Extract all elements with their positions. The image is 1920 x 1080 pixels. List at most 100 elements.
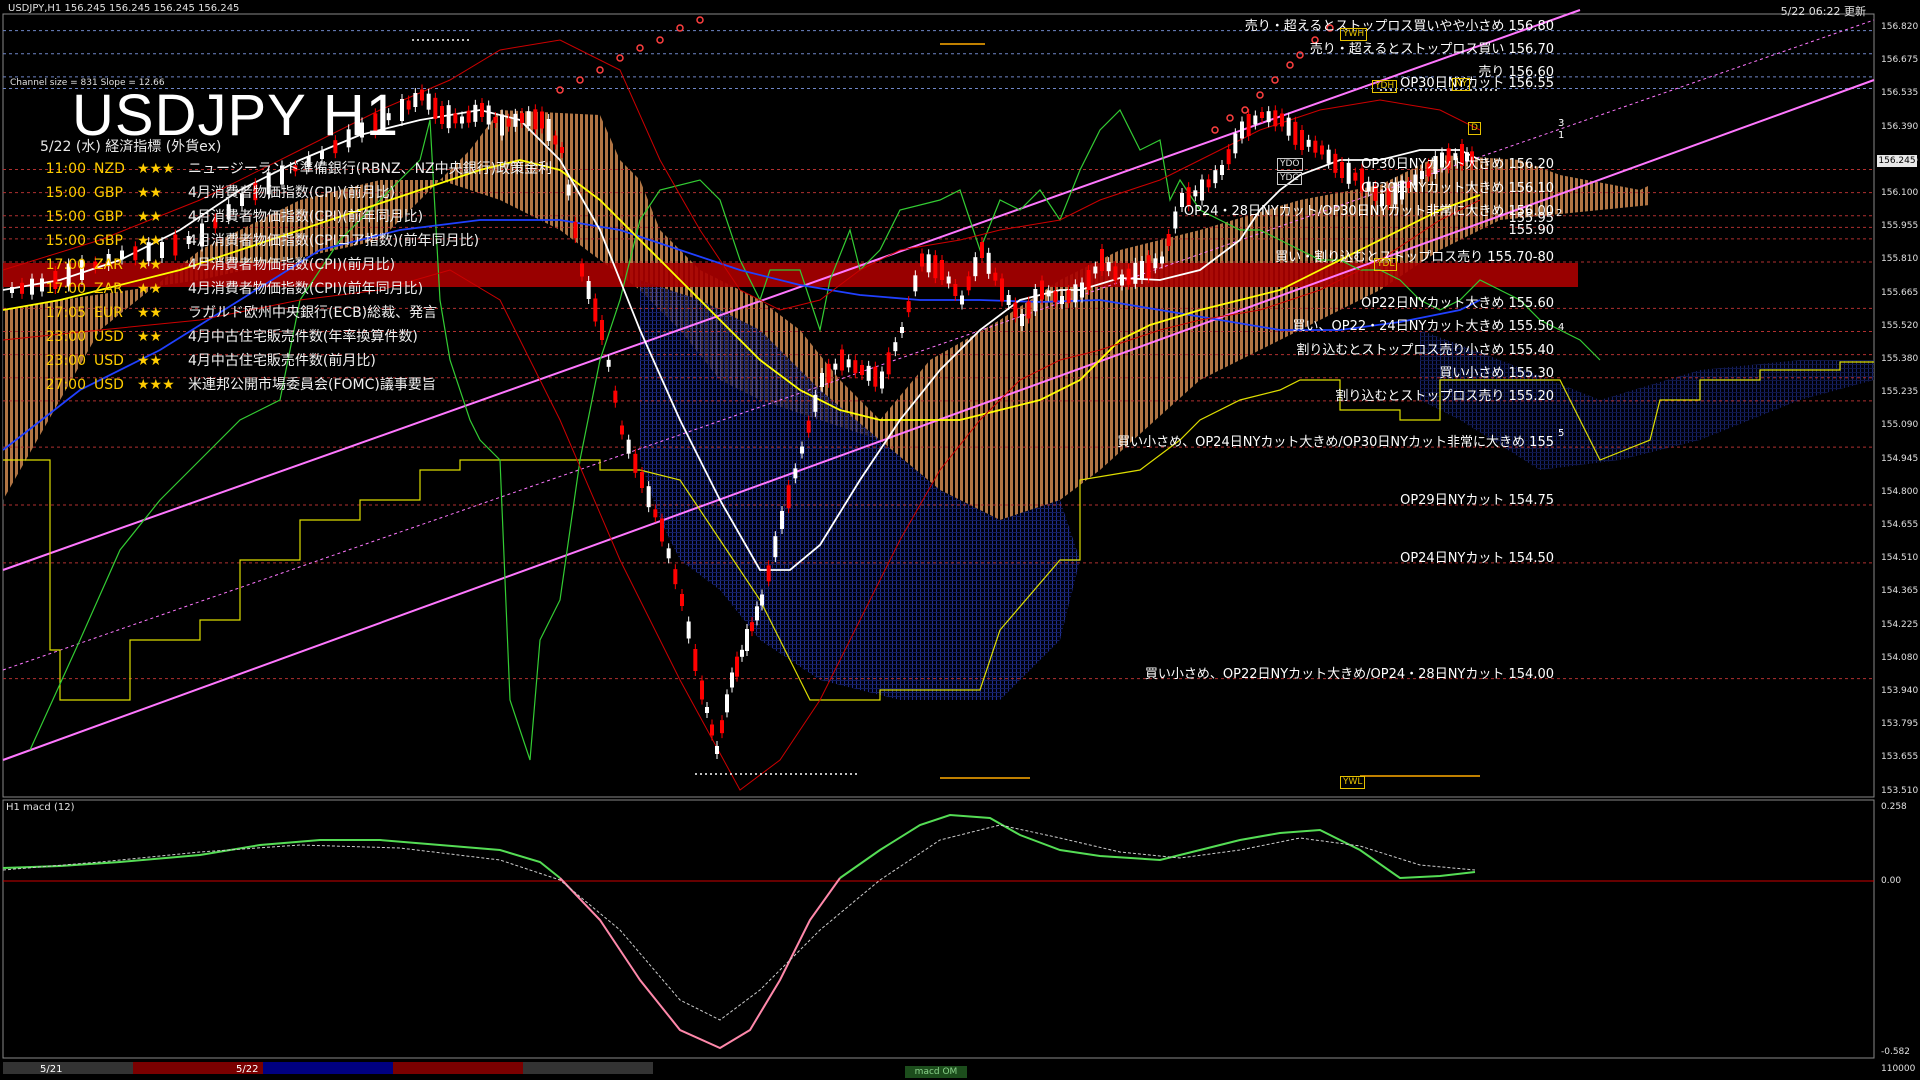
date-label-1: 5/21 <box>40 1064 63 1075</box>
d-marker: D <box>1468 122 1481 135</box>
volume-axis-label: 110000 <box>1881 1064 1916 1074</box>
event-importance-stars: ★★ <box>137 281 163 297</box>
event-name: 米連邦公開市場委員会(FOMC)議事要旨 <box>188 377 436 393</box>
macd-label: H1 macd (12) <box>6 802 75 813</box>
event-currency: ZAR <box>94 281 123 297</box>
event-currency: GBP <box>94 185 123 201</box>
price-level-label: 155.90 <box>1508 222 1555 238</box>
price-axis-tick: 154.365 <box>1881 586 1919 597</box>
price-level-label: 買い、OP22・24日NYカット大きめ 155.50 <box>1292 319 1554 335</box>
price-axis-tick: 153.510 <box>1881 785 1919 796</box>
event-name: 4月消費者物価指数(CPI)(前年同月比) <box>188 209 424 225</box>
price-level-label: OP22日NYカット大きめ 155.60 <box>1361 296 1554 312</box>
event-time: 23:00 <box>45 329 86 345</box>
price-axis-tick: 154.225 <box>1881 619 1919 630</box>
price-axis-tick: 155.380 <box>1881 354 1919 364</box>
event-time: 17:00 <box>45 257 86 273</box>
price-level-label: OP29日NYカット 154.75 <box>1400 493 1554 509</box>
price-axis-tick: 154.800 <box>1881 486 1919 497</box>
macd-axis-zero: 0.00 <box>1881 876 1902 886</box>
price-level-label: 割り込むとストップロス売り小さめ 155.40 <box>1296 342 1554 358</box>
event-importance-stars: ★★★ <box>137 161 175 177</box>
event-time: 11:00 <box>45 161 86 177</box>
price-axis-tick: 154.655 <box>1881 520 1919 530</box>
event-name: 4月中古住宅販売件数(年率換算件数) <box>188 329 418 345</box>
event-currency: ZAR <box>94 257 123 273</box>
event-currency: USD <box>94 377 124 393</box>
event-name: 4月消費者物価指数(CPI)(前月比) <box>188 257 396 273</box>
price-level-label: 買い・割り込むとストップロス売り 155.70-80 <box>1275 250 1554 266</box>
events-subtitle: 5/22 (水) 経済指標 (外貨ex) <box>40 139 222 155</box>
event-importance-stars: ★★ <box>137 257 163 273</box>
price-axis-tick: 155.235 <box>1881 387 1919 398</box>
event-time: 27:00 <box>45 377 86 393</box>
event-importance-stars: ★★ <box>137 329 163 345</box>
event-time: 17:00 <box>45 281 86 297</box>
price-level-label: OP24日NYカット 154.50 <box>1400 550 1554 566</box>
event-name: 4月消費者物価指数(CPIコア指数)(前年同月比) <box>188 233 480 249</box>
price-level-label: OP30日NYカット大きめ 156.20 <box>1361 157 1554 173</box>
price-axis-tick: 153.795 <box>1881 719 1919 730</box>
symbol-info: USDJPY,H1 156.245 156.245 156.245 156.24… <box>8 3 240 14</box>
event-importance-stars: ★★ <box>137 185 163 201</box>
wave-5-label: 5 <box>1558 428 1565 439</box>
price-axis-tick: 155.520 <box>1881 320 1919 331</box>
event-currency: NZD <box>94 161 125 177</box>
price-level-label: OP30日NYカット大きめ 156.10 <box>1361 180 1554 196</box>
price-level-label: 売り・超えるとストップロス買いやや小さめ 156.80 <box>1244 18 1554 34</box>
date-label-2: 5/22 <box>236 1064 259 1075</box>
price-axis-tick: 155.955 <box>1881 221 1919 232</box>
ydl-marker: YDL <box>1374 258 1398 271</box>
event-importance-stars: ★★ <box>137 305 163 321</box>
event-name: 4月中古住宅販売件数(前月比) <box>188 353 376 369</box>
event-importance-stars: ★★ <box>137 353 163 369</box>
price-axis-tick: 155.090 <box>1881 420 1919 431</box>
ydh-marker: YDH <box>1372 80 1398 93</box>
price-axis-tick: 154.510 <box>1881 553 1919 564</box>
event-importance-stars: ★★ <box>137 209 163 225</box>
price-axis-tick: 154.945 <box>1881 453 1919 464</box>
current-price-tag: 156.245 <box>1877 155 1917 167</box>
price-level-label: 買い小さめ、OP22日NYカット大きめ/OP24・28日NYカット 154.00 <box>1144 666 1554 682</box>
event-currency: GBP <box>94 209 123 225</box>
macd-axis-top: 0.258 <box>1881 802 1907 812</box>
event-name: ラガルド欧州中央銀行(ECB)総裁、発言 <box>188 305 438 321</box>
price-axis-tick: 153.940 <box>1881 686 1919 696</box>
event-name: ニュージーランド準備銀行(RBNZ、NZ中央銀行)政策金利 <box>188 161 553 177</box>
macd-chart-frame <box>2 799 1875 1059</box>
event-time: 15:00 <box>45 185 86 201</box>
ywh-marker: YWH <box>1340 28 1368 41</box>
wave-3-label: 3 <box>1558 118 1565 129</box>
event-importance-stars: ★★ <box>137 233 163 249</box>
ydc-marker: YDC <box>1277 172 1302 185</box>
wave-1-label: 1 <box>1558 130 1565 141</box>
event-currency: GBP <box>94 233 123 249</box>
event-currency: USD <box>94 329 124 345</box>
price-level-label: 割り込むとストップロス売り 155.20 <box>1335 388 1554 404</box>
wave-4-label: 4 <box>1558 322 1565 333</box>
event-importance-stars: ★★★ <box>137 377 175 393</box>
event-name: 4月消費者物価指数(CPI)(前月比) <box>188 185 396 201</box>
price-axis-tick: 156.820 <box>1881 22 1919 32</box>
event-currency: EUR <box>94 305 123 321</box>
event-time: 15:00 <box>45 209 86 225</box>
price-level-label: 買い小さめ、OP24日NYカット大きめ/OP30日NYカット非常に大きめ 155 <box>1117 435 1554 451</box>
event-time: 17:05 <box>45 305 86 321</box>
price-level-label: OP30日NYカット 156.55 <box>1400 76 1554 92</box>
price-level-label: 買い小さめ 155.30 <box>1439 365 1554 381</box>
event-currency: USD <box>94 353 124 369</box>
session-strip <box>3 1062 653 1074</box>
event-time: 15:00 <box>45 233 86 249</box>
macd-axis-bottom: -0.582 <box>1881 1047 1911 1057</box>
price-axis-tick: 156.535 <box>1881 88 1919 99</box>
price-axis-tick: 156.100 <box>1881 188 1919 198</box>
price-axis-tick: 156.390 <box>1881 121 1919 132</box>
update-time: 5/22 06:22 更新 <box>1780 5 1866 18</box>
ny-marker: NY <box>1452 78 1471 91</box>
event-name: 4月消費者物価指数(CPI)(前年同月比) <box>188 281 424 297</box>
price-axis-tick: 153.655 <box>1881 752 1919 763</box>
price-axis-tick: 155.665 <box>1881 287 1919 298</box>
macd-legend-button[interactable]: macd OM <box>905 1066 967 1078</box>
price-level-label: OP24・28日NYカット/OP30日NYカット非常に大きめ 156.00 <box>1183 203 1554 219</box>
price-axis-tick: 154.080 <box>1881 652 1919 663</box>
